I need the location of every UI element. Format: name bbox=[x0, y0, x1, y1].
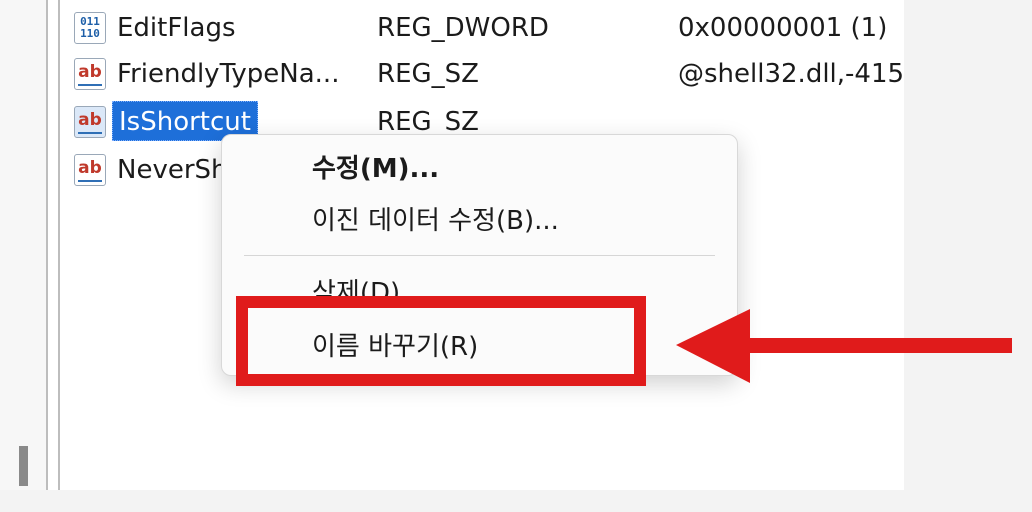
annotation-arrow-icon bbox=[676, 309, 1012, 383]
